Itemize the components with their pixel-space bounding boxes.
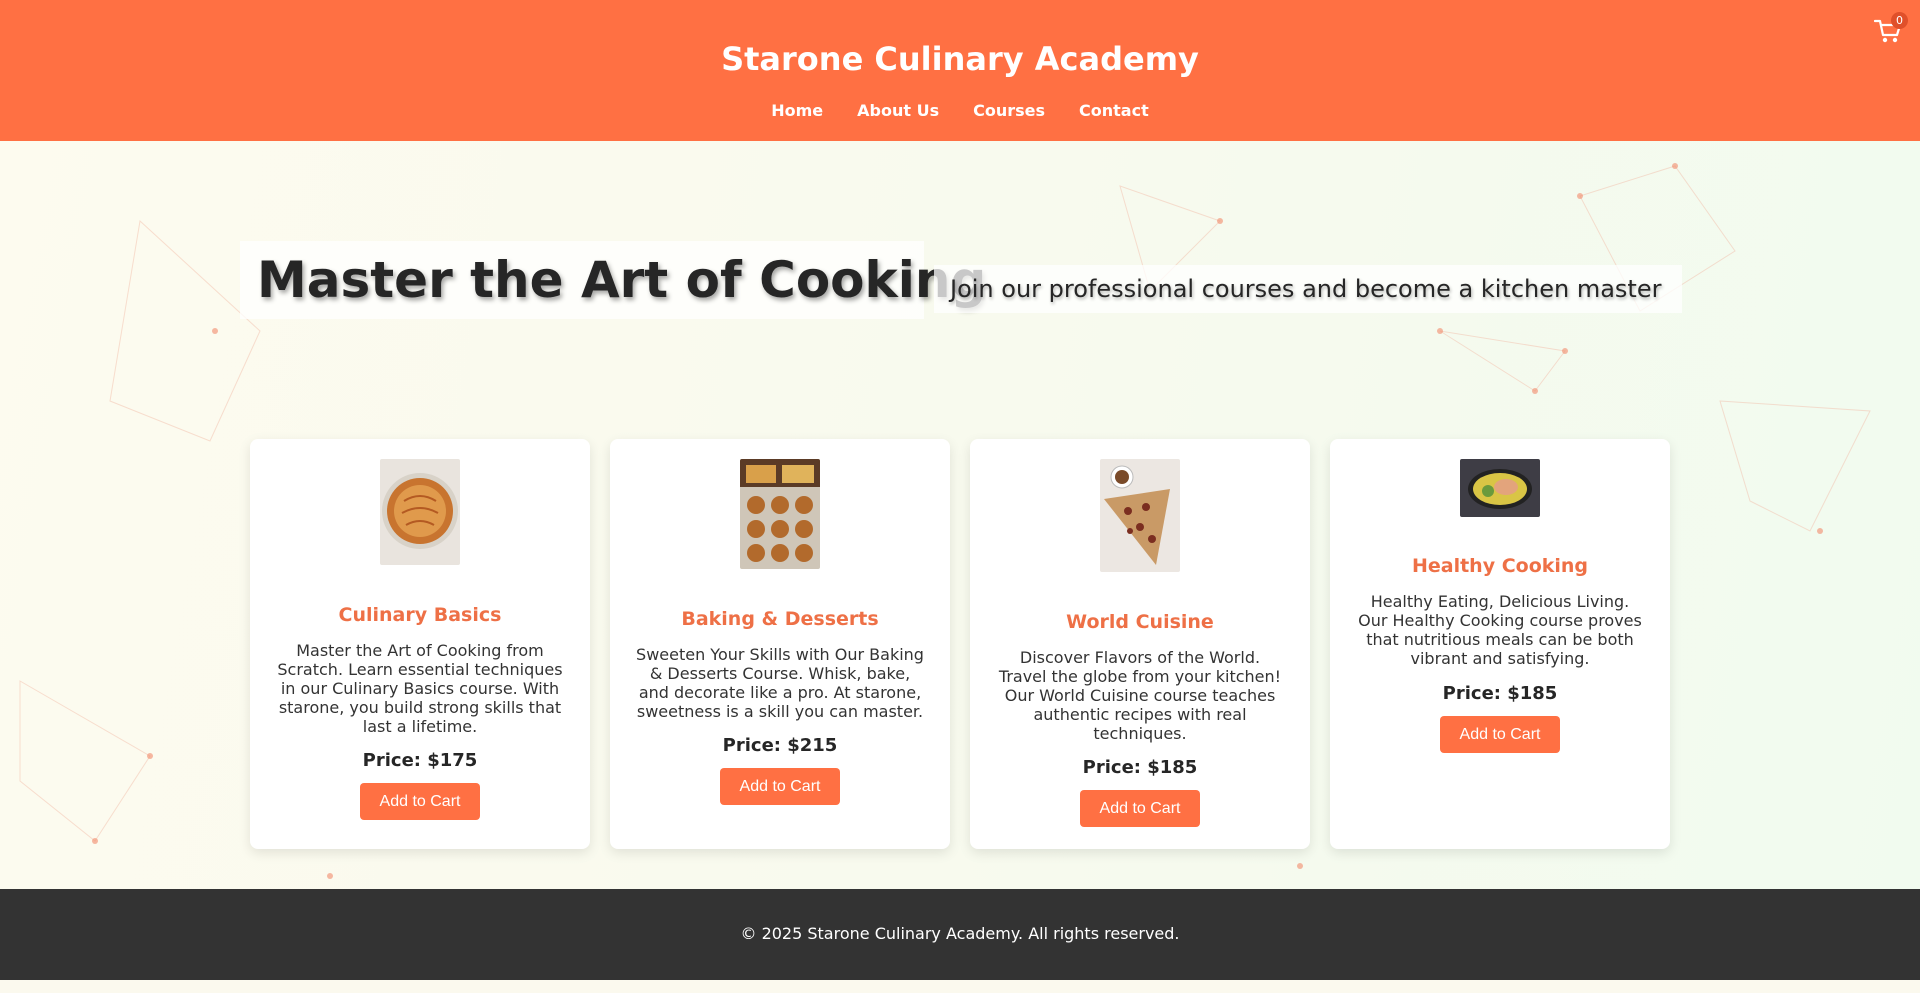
course-image-pie	[380, 459, 460, 565]
cart-count-badge: 0	[1891, 12, 1908, 29]
add-to-cart-button[interactable]: Add to Cart	[360, 783, 480, 820]
site-footer: © 2025 Starone Culinary Academy. All rig…	[0, 889, 1920, 980]
course-price: Price: $185	[1082, 757, 1198, 778]
course-card-culinary-basics: Culinary Basics Master the Art of Cookin…	[250, 439, 590, 849]
course-card-world-cuisine: World Cuisine Discover Flavors of the Wo…	[970, 439, 1310, 849]
course-price: Price: $215	[722, 735, 838, 756]
nav-about-us[interactable]: About Us	[857, 101, 939, 120]
main-content: Master the Art of Cooking Join our profe…	[0, 141, 1920, 889]
site-header: Starone Culinary Academy Home About Us C…	[0, 0, 1920, 141]
course-title: Baking & Desserts	[681, 608, 879, 630]
add-to-cart-button[interactable]: Add to Cart	[1440, 716, 1560, 753]
course-card-baking-desserts: Baking & Desserts Sweeten Your Skills wi…	[610, 439, 950, 849]
course-price: Price: $175	[362, 750, 478, 771]
main-nav: Home About Us Courses Contact	[0, 101, 1920, 120]
course-price: Price: $185	[1442, 683, 1558, 704]
site-title: Starone Culinary Academy	[721, 40, 1199, 78]
course-description: Master the Art of Cooking from Scratch. …	[277, 641, 563, 736]
course-image-healthy-bowl	[1460, 459, 1540, 517]
course-image-pastries	[740, 459, 820, 569]
nav-contact[interactable]: Contact	[1079, 101, 1149, 120]
nav-courses[interactable]: Courses	[973, 101, 1045, 120]
course-title: Culinary Basics	[338, 604, 502, 626]
hero-subtitle-box: Join our professional courses and become…	[934, 265, 1682, 313]
course-description: Discover Flavors of the World. Travel th…	[998, 648, 1282, 743]
hero-title-box: Master the Art of Cooking	[240, 241, 986, 319]
hero-title: Master the Art of Cooking	[257, 251, 987, 309]
hero-subtitle: Join our professional courses and become…	[950, 275, 1662, 303]
course-description: Healthy Eating, Delicious Living. Our He…	[1358, 592, 1642, 668]
course-title: World Cuisine	[1066, 611, 1214, 633]
cart-button[interactable]: 0	[1873, 12, 1908, 44]
course-title: Healthy Cooking	[1411, 555, 1589, 577]
add-to-cart-button[interactable]: Add to Cart	[720, 768, 840, 805]
course-description: Sweeten Your Skills with Our Baking & De…	[636, 645, 924, 721]
course-image-pizza	[1100, 459, 1180, 572]
footer-copyright: © 2025 Starone Culinary Academy. All rig…	[740, 924, 1180, 943]
add-to-cart-button[interactable]: Add to Cart	[1080, 790, 1200, 827]
course-card-healthy-cooking: Healthy Cooking Healthy Eating, Deliciou…	[1330, 439, 1670, 849]
nav-home[interactable]: Home	[771, 101, 823, 120]
